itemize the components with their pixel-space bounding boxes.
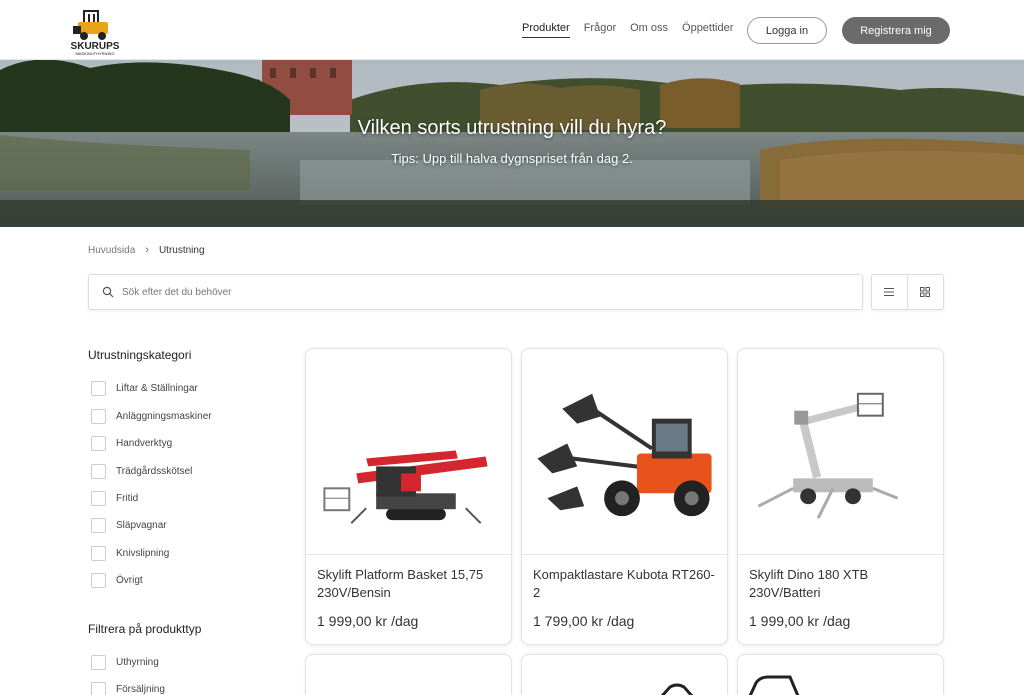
product-card[interactable]: Skylift Dino 180 XTB 230V/Batteri 1 999,…	[737, 348, 944, 645]
product-title[interactable]: Skylift Dino 180 XTB 230V/Batteri	[749, 566, 934, 602]
product-image-skylift-dino	[738, 392, 943, 555]
category-checkbox[interactable]: Trädgårdsskötsel	[91, 464, 192, 479]
product-card[interactable]	[305, 654, 512, 695]
breadcrumb-home[interactable]: Huvudsida	[88, 245, 135, 256]
category-checkbox[interactable]: Fritid	[91, 491, 138, 506]
product-card[interactable]	[521, 654, 728, 695]
main-nav: Produkter Frågor Om oss Öppettider	[522, 22, 747, 38]
hero-title: Vilken sorts utrustning vill du hyra?	[357, 117, 667, 139]
checkbox-label: Uthyrning	[116, 657, 159, 668]
nav-oppettider[interactable]: Öppettider	[682, 22, 733, 38]
product-image-partial	[660, 683, 694, 695]
product-image-kubota-loader	[522, 393, 727, 555]
checkbox[interactable]	[91, 655, 106, 670]
product-price: 1 999,00 kr/dag	[749, 613, 851, 629]
type-filter-heading: Filtrera på produkttyp	[88, 622, 202, 636]
product-card[interactable]: Skylift Platform Basket 15,75 230V/Bensi…	[305, 348, 512, 645]
product-image-partial	[748, 675, 800, 695]
grid-view-button[interactable]	[908, 275, 944, 309]
checkbox[interactable]	[91, 518, 106, 533]
login-button[interactable]: Logga in	[747, 17, 827, 44]
checkbox[interactable]	[91, 546, 106, 561]
category-checkbox[interactable]: Släpvagnar	[91, 518, 167, 533]
checkbox-label: Liftar & Ställningar	[116, 383, 198, 394]
register-button[interactable]: Registrera mig	[842, 17, 950, 44]
nav-om-oss[interactable]: Om oss	[630, 22, 668, 38]
breadcrumb-current: Utrustning	[158, 244, 205, 256]
brand-logo[interactable]: SKURUPS MASKINUTHYRNING	[70, 8, 120, 56]
checkbox[interactable]	[91, 682, 106, 695]
product-card[interactable]	[737, 654, 944, 695]
checkbox-label: Släpvagnar	[116, 520, 167, 531]
checkbox[interactable]	[91, 381, 106, 396]
checkbox[interactable]	[91, 436, 106, 451]
product-title[interactable]: Skylift Platform Basket 15,75 230V/Bensi…	[317, 566, 502, 602]
site-header: SKURUPS MASKINUTHYRNING Produkter Frågor…	[0, 0, 1024, 60]
view-toggle	[871, 274, 944, 310]
grid-icon	[920, 287, 931, 297]
product-price: 1 999,00 kr/dag	[317, 613, 419, 629]
svg-text:MASKINUTHYRNING: MASKINUTHYRNING	[75, 51, 114, 56]
category-checkbox[interactable]: Liftar & Ställningar	[91, 381, 198, 396]
type-checkbox[interactable]: Försäljning	[91, 682, 165, 695]
checkbox-label: Handverktyg	[116, 438, 173, 449]
category-checkbox[interactable]: Anläggningsmaskiner	[91, 409, 212, 424]
checkbox-label: Försäljning	[116, 684, 165, 695]
hero-landscape-image	[0, 60, 1024, 227]
search-input[interactable]	[122, 286, 822, 298]
checkbox-label: Övrigt	[116, 575, 143, 586]
category-checkbox[interactable]: Knivslipning	[91, 546, 169, 561]
chevron-right-icon: ›	[145, 244, 149, 256]
list-icon	[884, 288, 895, 296]
search-icon	[102, 286, 114, 298]
breadcrumb: Huvudsida › Utrustning	[88, 244, 205, 256]
checkbox-label: Trädgårdsskötsel	[116, 466, 193, 477]
checkbox[interactable]	[91, 464, 106, 479]
product-title[interactable]: Kompaktlastare Kubota RT260-2	[533, 566, 718, 602]
checkbox-label: Anläggningsmaskiner	[116, 411, 212, 422]
checkbox-label: Fritid	[116, 493, 139, 504]
search-bar	[88, 274, 863, 310]
checkbox[interactable]	[91, 573, 106, 588]
checkbox-label: Knivslipning	[116, 548, 170, 559]
category-checkbox[interactable]: Handverktyg	[91, 436, 172, 451]
category-checkbox[interactable]: Övrigt	[91, 573, 143, 588]
checkbox[interactable]	[91, 409, 106, 424]
list-view-button[interactable]	[872, 275, 908, 309]
hero-subtitle: Tips: Upp till halva dygnspriset från da…	[391, 151, 633, 166]
checkbox[interactable]	[91, 491, 106, 506]
type-checkbox[interactable]: Uthyrning	[91, 655, 159, 670]
hero-banner: Vilken sorts utrustning vill du hyra? Ti…	[0, 60, 1024, 227]
product-price: 1 799,00 kr/dag	[533, 613, 635, 629]
product-image-skylift-platform	[306, 450, 511, 555]
nav-produkter[interactable]: Produkter	[522, 22, 570, 38]
nav-fragor[interactable]: Frågor	[584, 22, 616, 38]
category-filter-heading: Utrustningskategori	[88, 348, 192, 362]
product-card[interactable]: Kompaktlastare Kubota RT260-2 1 799,00 k…	[521, 348, 728, 645]
